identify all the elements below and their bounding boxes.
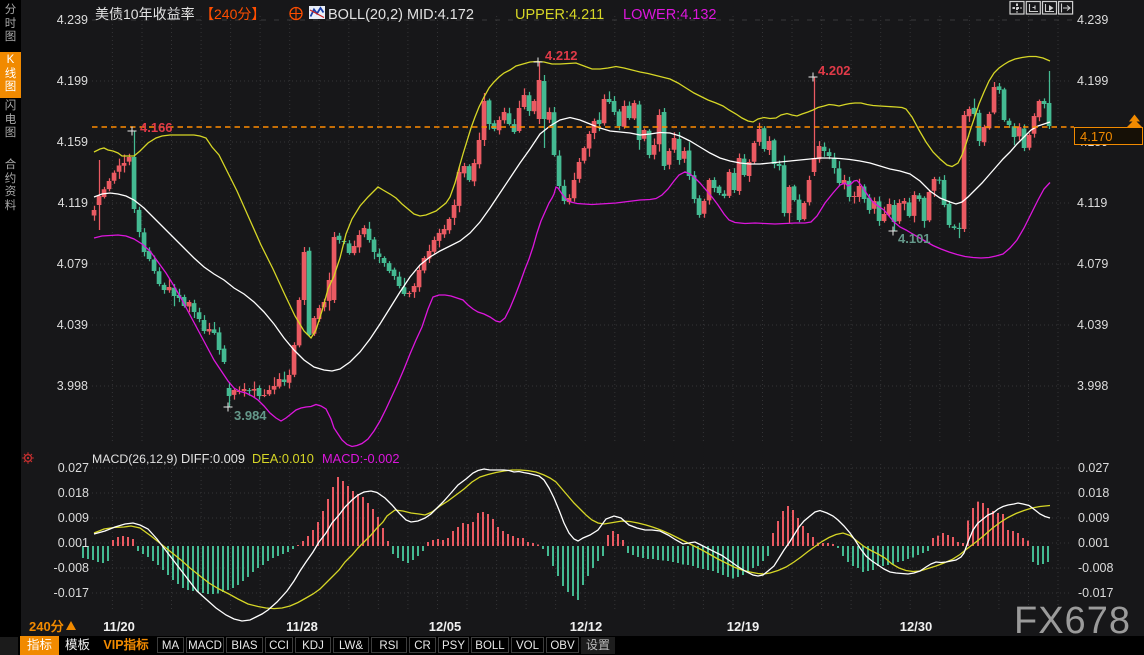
- svg-text:12/05: 12/05: [429, 619, 462, 634]
- svg-text:0.001: 0.001: [1078, 536, 1109, 550]
- svg-text:4.079: 4.079: [57, 257, 88, 271]
- svg-text:美债10年收益率: 美债10年收益率: [95, 6, 195, 22]
- svg-text:4.039: 4.039: [1077, 318, 1108, 332]
- svg-text:4.119: 4.119: [58, 196, 88, 210]
- svg-text:-0.008: -0.008: [1078, 561, 1113, 575]
- svg-text:3.998: 3.998: [1077, 379, 1108, 393]
- svg-text:-0.017: -0.017: [54, 586, 89, 600]
- svg-text:4.166: 4.166: [140, 120, 173, 135]
- svg-text:3.984: 3.984: [234, 408, 267, 423]
- svg-text:4.239: 4.239: [1077, 13, 1108, 27]
- svg-text:4.079: 4.079: [1077, 257, 1108, 271]
- svg-text:DEA:0.010: DEA:0.010: [252, 451, 314, 466]
- svg-text:MACD(26,12,9): MACD(26,12,9): [92, 452, 177, 466]
- svg-text:12/30: 12/30: [900, 619, 933, 634]
- svg-text:-0.008: -0.008: [54, 561, 89, 575]
- svg-text:UPPER:4.211: UPPER:4.211: [515, 7, 604, 23]
- svg-text:DIFF:0.009: DIFF:0.009: [181, 451, 245, 466]
- svg-text:4.199: 4.199: [57, 74, 88, 88]
- svg-text:0.009: 0.009: [58, 511, 89, 525]
- svg-text:11/28: 11/28: [286, 619, 318, 634]
- svg-text:0.027: 0.027: [1078, 461, 1109, 475]
- svg-text:0.018: 0.018: [1078, 486, 1109, 500]
- svg-text:0.027: 0.027: [58, 461, 89, 475]
- svg-text:4.101: 4.101: [898, 231, 931, 246]
- svg-text:4.039: 4.039: [57, 318, 88, 332]
- svg-text:3.998: 3.998: [57, 379, 88, 393]
- svg-text:12/12: 12/12: [570, 619, 603, 634]
- svg-text:0.001: 0.001: [58, 536, 89, 550]
- svg-text:0.009: 0.009: [1078, 511, 1109, 525]
- svg-text:MACD:-0.002: MACD:-0.002: [322, 451, 400, 466]
- svg-text:LOWER:4.132: LOWER:4.132: [623, 7, 717, 23]
- svg-text:4.199: 4.199: [1077, 74, 1108, 88]
- svg-text:4.212: 4.212: [545, 48, 578, 63]
- svg-text:4.170: 4.170: [1080, 129, 1113, 144]
- svg-text:11/20: 11/20: [103, 619, 135, 634]
- svg-text:4.119: 4.119: [1077, 196, 1107, 210]
- svg-text:4.202: 4.202: [818, 63, 851, 78]
- svg-text:4.159: 4.159: [57, 135, 88, 149]
- svg-text:240分: 240分: [29, 619, 64, 634]
- svg-text:4.239: 4.239: [57, 13, 88, 27]
- svg-text:【240分】: 【240分】: [200, 6, 265, 22]
- svg-text:-0.017: -0.017: [1078, 586, 1113, 600]
- svg-text:0.018: 0.018: [58, 486, 89, 500]
- svg-text:BOLL(20,2) MID:4.172: BOLL(20,2) MID:4.172: [328, 7, 474, 23]
- svg-text:12/19: 12/19: [727, 619, 760, 634]
